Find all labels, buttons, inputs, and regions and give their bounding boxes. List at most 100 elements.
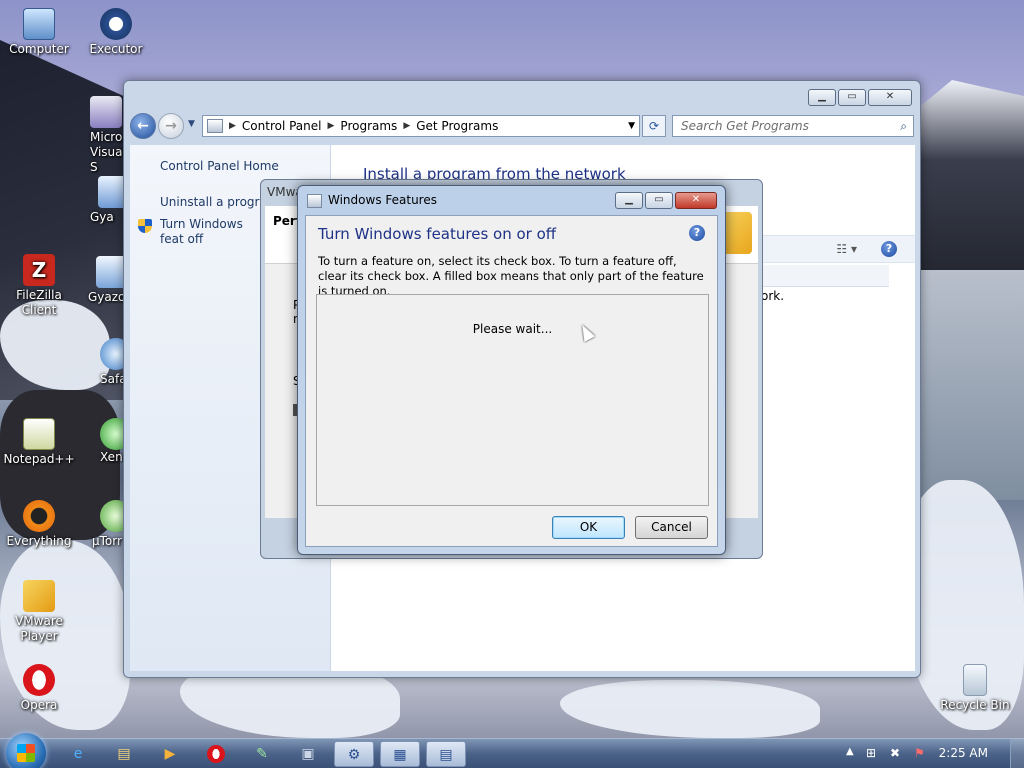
desktop-icon-label: Safa (100, 372, 127, 386)
desktop-icon-label: Gyazo (88, 290, 126, 304)
desktop-icon-label: VMware Player (15, 614, 63, 643)
desktop-icon-safari[interactable]: Safa (100, 338, 132, 387)
desktop-icon-label: Notepad++ (3, 452, 75, 466)
recent-pages-icon[interactable]: ▼ (188, 119, 195, 129)
computer-icon (23, 8, 55, 40)
breadcrumb-control-panel[interactable]: Control Panel (242, 116, 322, 136)
close-button[interactable]: ✕ (868, 89, 912, 106)
ok-button[interactable]: OK (552, 516, 625, 539)
network-icon[interactable]: ⊞ (866, 746, 876, 760)
wallpaper-mountain-right (904, 80, 1024, 280)
control-panel-icon (207, 119, 223, 133)
address-row: ← → ▼ ▶ Control Panel ▶ Programs ▶ Get P… (130, 113, 914, 139)
vmware-icon (23, 580, 55, 612)
volume-muted-icon[interactable]: ✖ (890, 746, 900, 760)
everything-icon (23, 500, 55, 532)
desktop-icon-filezilla[interactable]: Z FileZilla Client (1, 254, 77, 318)
back-button[interactable]: ← (130, 113, 156, 139)
breadcrumb-separator-icon: ▶ (229, 121, 236, 131)
link-turn-windows-features[interactable]: Turn Windows feat off (160, 217, 260, 247)
dialog-heading: Turn Windows features on or off (318, 225, 557, 243)
desktop-icon-opera[interactable]: Opera (1, 664, 77, 713)
address-bar[interactable]: ▶ Control Panel ▶ Programs ▶ Get Program… (202, 115, 640, 137)
desktop-icon-label: Recycle Bin (940, 698, 1010, 712)
taskbar-internet-explorer-icon[interactable]: e (58, 741, 98, 767)
wallpaper-water (914, 270, 1024, 500)
clock[interactable]: 2:25 AM (939, 746, 988, 760)
desktop-icon-everything[interactable]: Everything (1, 500, 77, 549)
desktop-icon-label: µTorr (92, 534, 122, 548)
windows-features-icon (307, 194, 322, 208)
desktop-icon-xenu[interactable]: Xen (100, 418, 132, 465)
desktop-icon-label: Computer (9, 42, 69, 56)
desktop-icon-visual-studio[interactable]: Micro Visual S (78, 96, 128, 175)
close-button[interactable]: ✕ (675, 192, 717, 209)
taskbar-explorer-folder-icon[interactable]: ▤ (104, 741, 144, 767)
wallpaper-ice (560, 680, 820, 738)
action-center-icon[interactable]: ⚑ (914, 746, 925, 760)
search-icon[interactable]: ⌕ (900, 116, 907, 136)
help-icon[interactable]: ? (881, 241, 897, 257)
taskbar-opera-icon[interactable] (196, 741, 236, 767)
content-text-fragment: ork. (761, 289, 785, 303)
desktop-icon-label: Executor (89, 42, 143, 56)
windows-logo-icon (17, 744, 35, 762)
desktop-icon-computer[interactable]: Computer (1, 8, 77, 57)
taskbar-vmware-dialog-icon[interactable]: ▦ (380, 741, 420, 767)
desktop-icon-gyazo[interactable]: Gyazo (88, 256, 128, 305)
address-dropdown-icon[interactable]: ▼ (628, 116, 635, 136)
desktop-icon-gyazo-gif[interactable]: Gya (90, 176, 130, 225)
desktop-icon-executor[interactable]: Executor (78, 8, 154, 57)
start-button[interactable] (6, 733, 46, 768)
desktop-icon-label: Xen (100, 450, 123, 464)
link-control-panel-home[interactable]: Control Panel Home (160, 159, 279, 173)
cancel-button[interactable]: Cancel (635, 516, 708, 539)
desktop-icon-label: FileZilla Client (16, 288, 62, 317)
search-placeholder: Search Get Programs (681, 119, 809, 133)
forward-button[interactable]: → (158, 113, 184, 139)
maximize-button[interactable]: ▭ (838, 89, 866, 106)
desktop-icon-recycle-bin[interactable]: Recycle Bin (937, 664, 1013, 713)
breadcrumb-separator-icon: ▶ (327, 121, 335, 131)
taskbar-app-icon[interactable]: ▣ (288, 741, 328, 767)
shield-icon (138, 219, 152, 233)
windows-features-dialog: Windows Features ▁ ▭ ✕ Turn Windows feat… (297, 185, 726, 555)
taskbar-windows-features-icon[interactable]: ▤ (426, 741, 466, 767)
dialog-description: To turn a feature on, select its check b… (318, 254, 704, 298)
maximize-button[interactable]: ▭ (645, 192, 673, 209)
taskbar-control-panel-icon[interactable]: ⚙ (334, 741, 374, 767)
notification-area: ▲ ⊞ ✖ ⚑ 2:25 AM (834, 739, 1024, 768)
desktop-icon-utorrent[interactable]: µTorr (92, 500, 132, 549)
taskbar: e ▤ ▶ ✎ ▣ ⚙ ▦ ▤ ▲ ⊞ ✖ ⚑ 2:25 AM (0, 733, 1024, 768)
desktop-icon-vmware-player[interactable]: VMware Player (1, 580, 77, 644)
recycle-bin-icon (963, 664, 987, 696)
breadcrumb-get-programs[interactable]: Get Programs (416, 116, 498, 136)
breadcrumb-programs[interactable]: Programs (340, 116, 397, 136)
minimize-button[interactable]: ▁ (808, 89, 836, 106)
filezilla-icon: Z (23, 254, 55, 286)
refresh-button[interactable]: ⟳ (642, 115, 666, 137)
window-caption-buttons: ▁ ▭ ✕ (808, 89, 912, 106)
desktop-icon-label: Opera (20, 698, 58, 712)
taskbar-media-player-icon[interactable]: ▶ (150, 741, 190, 767)
dialog-caption-buttons: ▁ ▭ ✕ (615, 192, 717, 209)
vmware-logo-icon (722, 212, 752, 254)
minimize-button[interactable]: ▁ (615, 192, 643, 209)
show-hidden-icons-icon[interactable]: ▲ (846, 746, 854, 757)
notepadpp-icon (23, 418, 55, 450)
executor-icon (100, 8, 132, 40)
search-input[interactable]: Search Get Programs ⌕ (672, 115, 914, 137)
visual-studio-icon (90, 96, 122, 128)
views-icon[interactable]: ☷ ▾ (836, 242, 857, 256)
dialog-client: Turn Windows features on or off ? To tur… (305, 215, 718, 547)
show-desktop-button[interactable] (1010, 739, 1024, 768)
opera-icon (23, 664, 55, 696)
features-tree[interactable]: Please wait... (316, 294, 709, 506)
help-icon[interactable]: ? (689, 225, 705, 241)
dialog-title: Windows Features (328, 193, 437, 207)
desktop-icon-notepadpp[interactable]: Notepad++ (1, 418, 77, 467)
taskbar-app-icon[interactable]: ✎ (242, 741, 282, 767)
breadcrumb-separator-icon: ▶ (403, 121, 411, 131)
desktop-icon-label: Everything (6, 534, 72, 548)
desktop-icon-label: Gya (90, 210, 114, 224)
